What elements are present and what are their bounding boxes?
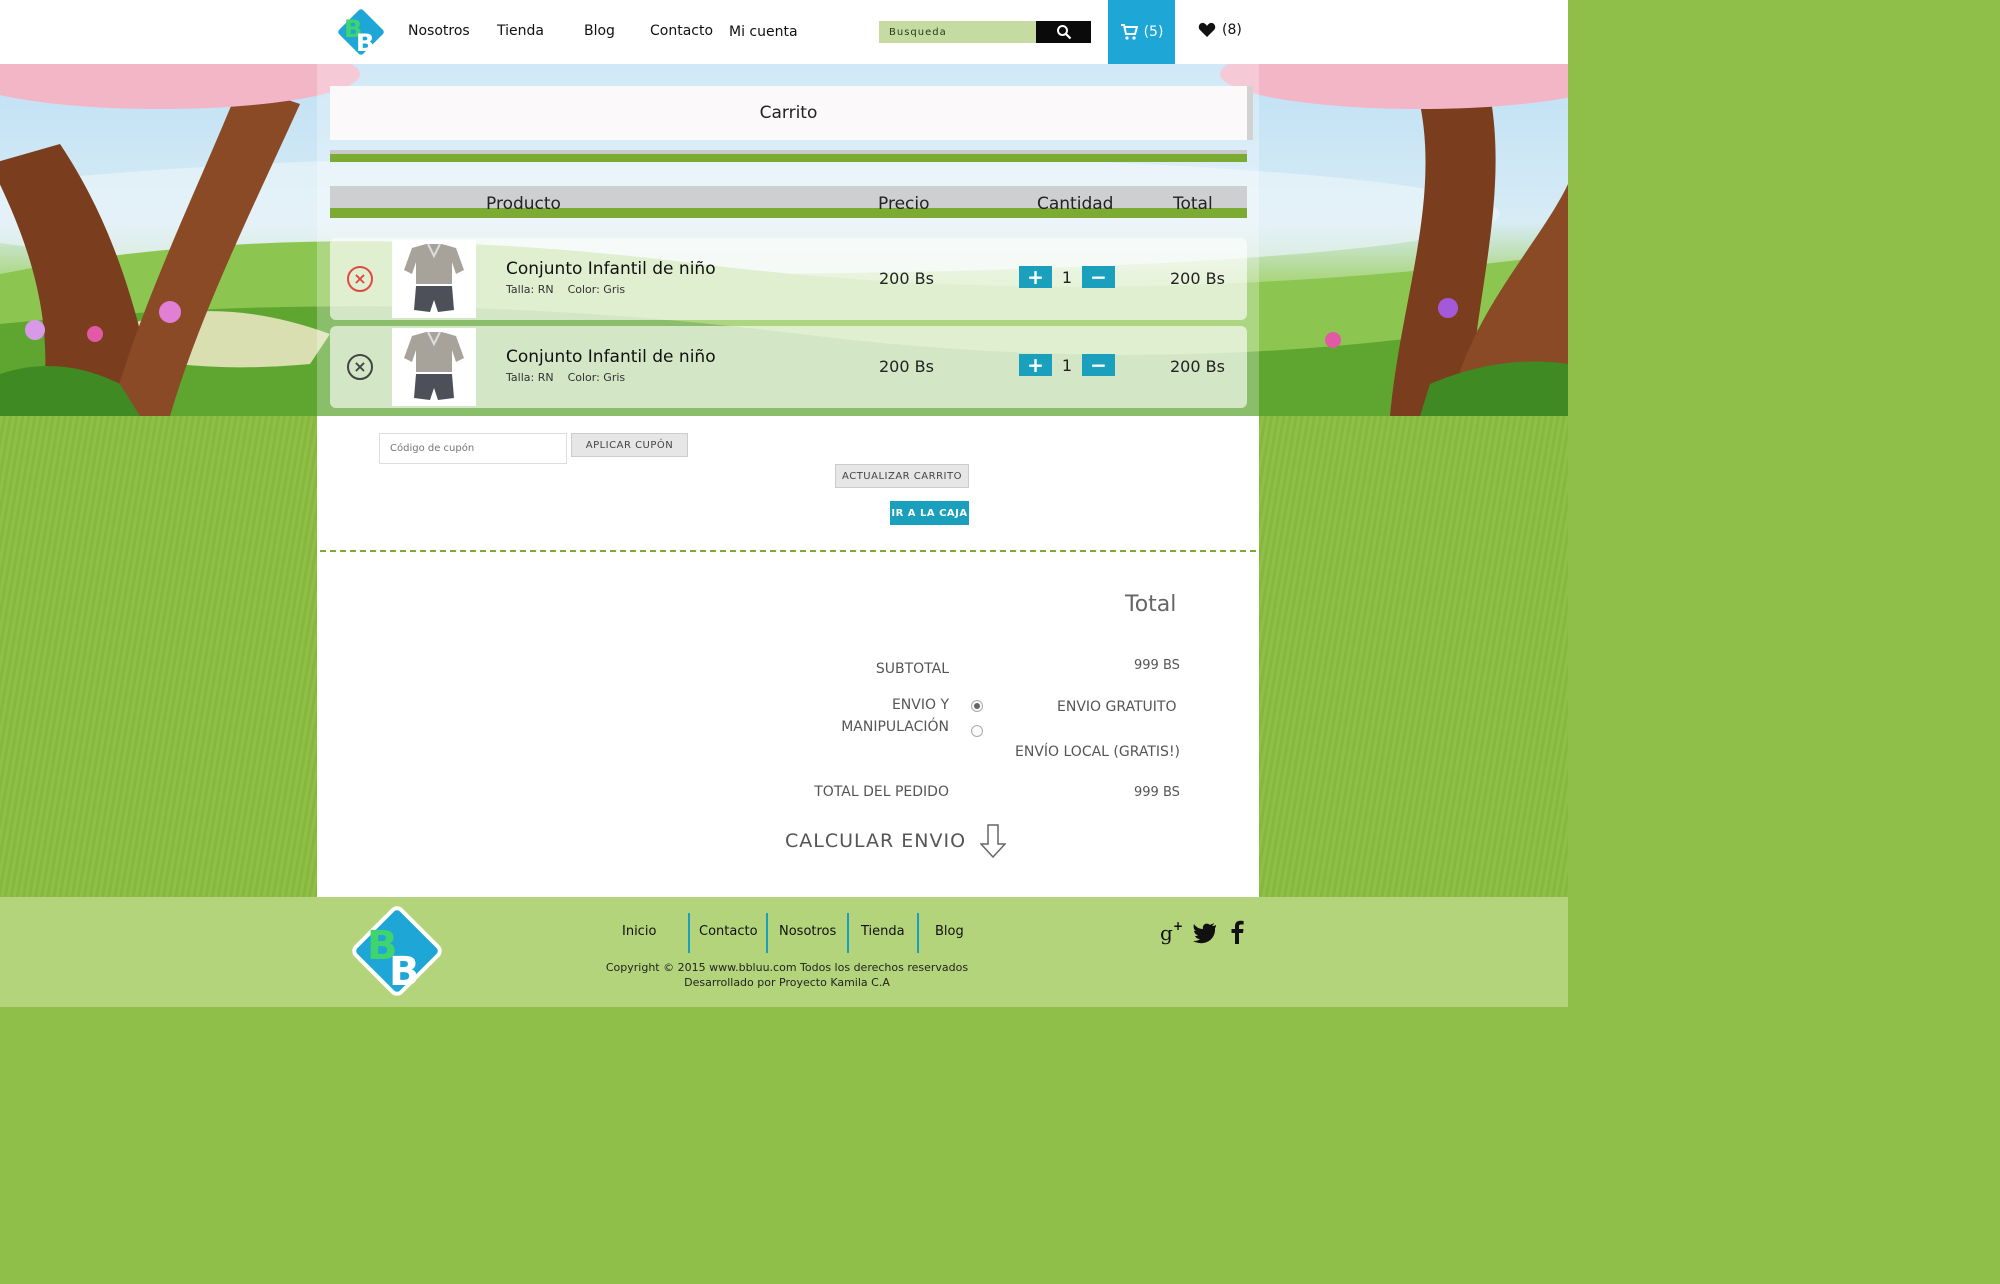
column-quantity: Cantidad	[1037, 194, 1114, 214]
product-attributes: Talla: RN Color: Gris	[506, 371, 625, 384]
page-title: Carrito	[330, 86, 1247, 140]
product-name[interactable]: Conjunto Infantil de niño	[506, 259, 716, 279]
remove-icon[interactable]: ×	[347, 266, 373, 292]
cart-button[interactable]: (5)	[1108, 0, 1175, 64]
shipping-label-line-2: MANIPULACIÓN	[841, 719, 949, 735]
totals-heading: Total	[1125, 592, 1177, 617]
minus-icon[interactable]: −	[1082, 353, 1115, 377]
cart-panel: Carrito Producto Precio Cantidad Total ×…	[317, 64, 1259, 897]
favorites-button[interactable]: (8)	[1198, 22, 1242, 38]
brand-logo[interactable]: B B	[332, 3, 390, 61]
shipping-option-free[interactable]: ENVIO GRATUITO	[1057, 699, 1177, 715]
product-total: 200 Bs	[1170, 269, 1225, 288]
footer-separator	[688, 913, 690, 953]
checkout-button[interactable]: IR A LA CAJA	[890, 501, 969, 525]
cart-table-header: Producto Precio Cantidad Total	[330, 186, 1247, 218]
footer-nav-contacto[interactable]: Contacto	[699, 924, 758, 939]
shipping-option-local-radio[interactable]	[971, 725, 983, 737]
minus-icon[interactable]: −	[1082, 265, 1115, 289]
twitter-icon[interactable]	[1192, 919, 1218, 945]
footer-nav-blog[interactable]: Blog	[935, 924, 964, 939]
title-divider	[330, 150, 1247, 162]
plus-icon[interactable]: +	[1019, 265, 1052, 289]
footer-nav-tienda[interactable]: Tienda	[861, 924, 905, 939]
cart-row: × Conjunto Infantil de niño Talla: RN Co…	[330, 238, 1247, 320]
subtotal-label: SUBTOTAL	[875, 661, 949, 677]
order-total-value: 999 BS	[1134, 785, 1180, 800]
product-attributes: Talla: RN Color: Gris	[506, 283, 625, 296]
site-footer: B B Inicio Contacto Nosotros Tienda Blog…	[0, 897, 1568, 1007]
column-product: Producto	[486, 194, 561, 214]
cart-row: × Conjunto Infantil de niño Talla: RN Co…	[330, 326, 1247, 408]
nav-mi-cuenta[interactable]: Mi cuenta	[729, 24, 798, 40]
search-input[interactable]	[879, 21, 1036, 43]
footer-brand-logo[interactable]: B B	[345, 899, 449, 1003]
nav-tienda[interactable]: Tienda	[497, 23, 544, 39]
product-price: 200 Bs	[879, 357, 934, 376]
footer-separator	[917, 913, 919, 953]
copyright-text: Copyright © 2015 www.bbluu.com Todos los…	[605, 961, 969, 974]
plus-icon[interactable]: +	[1019, 353, 1052, 377]
product-size: Talla: RN	[506, 283, 554, 296]
nav-blog[interactable]: Blog	[584, 23, 615, 39]
section-divider	[320, 550, 1256, 552]
update-cart-button[interactable]: ACTUALIZAR CARRITO	[835, 464, 969, 488]
product-image[interactable]	[392, 240, 476, 318]
product-name[interactable]: Conjunto Infantil de niño	[506, 347, 716, 367]
footer-separator	[847, 913, 849, 953]
subtotal-value: 999 BS	[1134, 658, 1180, 673]
shipping-option-local[interactable]: ENVÍO LOCAL (GRATIS!)	[1015, 744, 1180, 760]
heart-icon	[1198, 22, 1216, 37]
facebook-icon[interactable]	[1225, 919, 1251, 945]
product-size: Talla: RN	[506, 371, 554, 384]
quantity-value: 1	[1061, 267, 1073, 287]
search-bar	[879, 21, 1091, 43]
nav-nosotros[interactable]: Nosotros	[408, 23, 470, 39]
order-total-label: TOTAL DEL PEDIDO	[814, 784, 949, 800]
developer-credit: Desarrollado por Proyecto Kamila C.A	[684, 976, 890, 989]
footer-nav-inicio[interactable]: Inicio	[622, 924, 656, 939]
calculate-shipping-link[interactable]: CALCULAR ENVIO	[785, 824, 1007, 858]
product-color: Color: Gris	[567, 283, 626, 296]
product-color: Color: Gris	[567, 371, 626, 384]
shipping-label-line-1: ENVIO Y	[891, 697, 949, 713]
product-image[interactable]	[392, 328, 476, 406]
site-header: B B Nosotros Tienda Blog Contacto Mi cue…	[0, 0, 1568, 64]
cart-count: (5)	[1143, 24, 1164, 40]
product-total: 200 Bs	[1170, 357, 1225, 376]
quantity-stepper: + 1 −	[1019, 353, 1115, 377]
favorites-count: (8)	[1222, 22, 1242, 38]
footer-nav-nosotros[interactable]: Nosotros	[779, 924, 836, 939]
cart-icon	[1120, 24, 1138, 40]
quantity-stepper: + 1 −	[1019, 265, 1115, 289]
apply-coupon-button[interactable]: APLICAR CUPÓN	[571, 433, 688, 457]
search-button[interactable]	[1036, 21, 1091, 43]
column-price: Precio	[878, 194, 930, 214]
search-icon	[1056, 25, 1071, 40]
coupon-input[interactable]	[379, 433, 567, 464]
svg-text:+: +	[1173, 919, 1183, 933]
google-plus-icon[interactable]: g +	[1159, 919, 1185, 945]
svg-text:g: g	[1160, 921, 1173, 945]
column-total: Total	[1173, 194, 1213, 214]
svg-text:B: B	[389, 949, 420, 995]
shipping-label: ENVIO Y MANIPULACIÓN	[797, 697, 949, 735]
product-price: 200 Bs	[879, 269, 934, 288]
svg-text:B: B	[356, 29, 374, 57]
nav-contacto[interactable]: Contacto	[650, 23, 713, 39]
footer-separator	[766, 913, 768, 953]
calculate-shipping-label: CALCULAR ENVIO	[785, 830, 967, 852]
quantity-value: 1	[1061, 355, 1073, 375]
arrow-down-icon	[980, 824, 1007, 858]
remove-icon[interactable]: ×	[347, 354, 373, 380]
shipping-option-free-radio[interactable]	[971, 700, 983, 712]
